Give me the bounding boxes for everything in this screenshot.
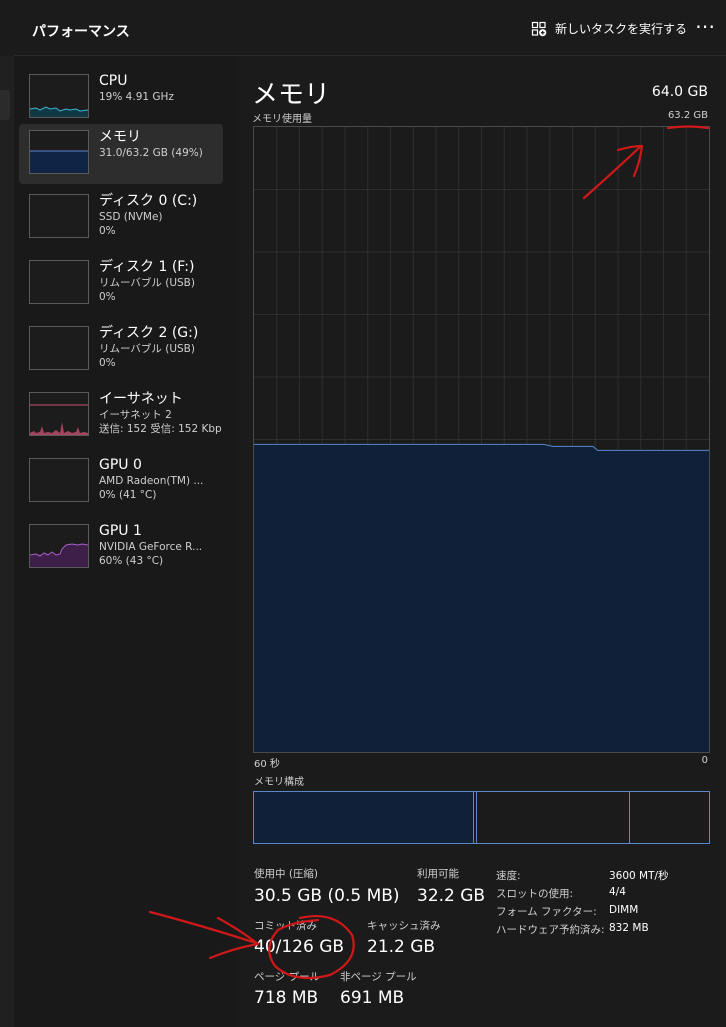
- sidebar-item-detail: リムーバブル (USB): [99, 343, 195, 355]
- memory-composition-label: メモリ構成: [254, 777, 304, 788]
- disk-graph-thumbnail: [29, 260, 89, 304]
- nav-selection-indicator: [0, 90, 10, 120]
- sidebar-item-ethernet[interactable]: イーサネット イーサネット 2 送信: 152 受信: 152 Kbp: [19, 386, 223, 446]
- sidebar-item-disk-0[interactable]: ディスク 0 (C:) SSD (NVMe) 0%: [19, 188, 223, 248]
- sidebar-item-name: ディスク 2 (G:): [99, 325, 199, 341]
- composition-segment: [477, 792, 630, 843]
- sidebar-item-disk-1[interactable]: ディスク 1 (F:) リムーバブル (USB) 0%: [19, 254, 223, 314]
- new-task-icon: [531, 21, 547, 36]
- memory-usage-label: メモリ使用量: [252, 114, 312, 125]
- cached-label: キャッシュ済み: [367, 920, 441, 932]
- graph-x-end-label: 0: [701, 755, 708, 766]
- composition-segment: [254, 792, 474, 843]
- memory-title: メモリ: [252, 80, 331, 110]
- sidebar-item-detail: 19% 4.91 GHz: [99, 91, 174, 103]
- memory-composition-bar: [253, 791, 710, 844]
- disk-graph-thumbnail: [29, 194, 89, 238]
- sidebar-item-name: GPU 0: [99, 457, 142, 473]
- form-factor-label: フォーム ファクター:: [496, 906, 597, 918]
- ethernet-graph-thumbnail: [29, 392, 89, 436]
- sidebar-item-usage: 0%: [99, 225, 116, 237]
- nonpaged-pool-value: 691 MB: [340, 988, 405, 1008]
- sidebar-item-gpu-1[interactable]: GPU 1 NVIDIA GeForce R... 60% (43 °C): [19, 518, 223, 578]
- form-factor-value: DIMM: [609, 904, 639, 916]
- sidebar-item-detail: 31.0/63.2 GB (49%): [99, 147, 203, 159]
- sidebar-item-detail: NVIDIA GeForce R...: [99, 541, 203, 553]
- memory-graph-thumbnail: [29, 130, 89, 174]
- sidebar-item-name: メモリ: [99, 129, 141, 145]
- sidebar-item-memory[interactable]: メモリ 31.0/63.2 GB (49%): [19, 124, 223, 184]
- memory-usage-area: [254, 444, 709, 752]
- sidebar-item-name: ディスク 1 (F:): [99, 259, 195, 275]
- sidebar-item-name: CPU: [99, 73, 128, 89]
- available-value: 32.2 GB: [417, 886, 486, 906]
- sidebar-item-gpu-0[interactable]: GPU 0 AMD Radeon(TM) ... 0% (41 °C): [19, 452, 223, 512]
- more-options-button[interactable]: ⋯: [695, 14, 719, 42]
- sidebar-item-disk-2[interactable]: ディスク 2 (G:) リムーバブル (USB) 0%: [19, 320, 223, 380]
- sidebar-item-name: ディスク 0 (C:): [99, 193, 198, 209]
- composition-segment: [630, 792, 709, 843]
- paged-pool-value: 718 MB: [254, 988, 319, 1008]
- sidebar-item-name: イーサネット: [99, 391, 183, 407]
- hardware-reserved-value: 832 MB: [609, 922, 649, 934]
- sidebar-item-detail: リムーバブル (USB): [99, 277, 195, 289]
- gpu-graph-thumbnail: [29, 524, 89, 568]
- total-memory: 64.0 GB: [651, 84, 708, 100]
- sidebar-item-detail: SSD (NVMe): [99, 211, 163, 223]
- cached-value: 21.2 GB: [367, 937, 436, 957]
- graph-max-label: 63.2 GB: [667, 110, 708, 121]
- sidebar-item-cpu[interactable]: CPU 19% 4.91 GHz: [19, 68, 223, 128]
- nonpaged-pool-label: 非ページ プール: [340, 971, 417, 983]
- in-use-value: 30.5 GB (0.5 MB): [254, 886, 400, 906]
- resource-sidebar: CPU 19% 4.91 GHz メモリ 31.0/63.2 GB (49%) …: [14, 56, 236, 1027]
- gpu-graph-thumbnail: [29, 458, 89, 502]
- sidebar-item-usage: 0%: [99, 357, 116, 369]
- sidebar-item-detail: AMD Radeon(TM) ...: [99, 475, 204, 487]
- in-use-label: 使用中 (圧縮): [254, 868, 319, 880]
- sidebar-item-detail: イーサネット 2: [99, 409, 172, 421]
- slots-used-label: スロットの使用:: [496, 888, 574, 900]
- memory-usage-graph: [253, 126, 710, 753]
- run-new-task-button[interactable]: 新しいタスクを実行する: [531, 20, 687, 37]
- hardware-reserved-label: ハードウェア予約済み:: [496, 924, 605, 936]
- slots-used-value: 4/4: [609, 886, 626, 898]
- sidebar-item-throughput: 送信: 152 受信: 152 Kbp: [99, 423, 222, 435]
- cpu-graph-thumbnail: [29, 74, 89, 118]
- run-new-task-label: 新しいタスクを実行する: [555, 22, 688, 36]
- committed-value: 40/126 GB: [254, 937, 345, 957]
- sidebar-item-usage: 0% (41 °C): [99, 489, 157, 501]
- paged-pool-label: ページ プール: [254, 971, 321, 983]
- page-title: パフォーマンス: [32, 24, 130, 40]
- graph-x-start-label: 60 秒: [254, 759, 280, 770]
- sidebar-item-name: GPU 1: [99, 523, 142, 539]
- disk-graph-thumbnail: [29, 326, 89, 370]
- available-label: 利用可能: [417, 868, 459, 880]
- sidebar-item-usage: 60% (43 °C): [99, 555, 164, 567]
- speed-label: 速度:: [496, 870, 521, 882]
- speed-value: 3600 MT/秒: [609, 870, 669, 882]
- title-bar: パフォーマンス 新しいタスクを実行する ⋯: [0, 0, 726, 56]
- navigation-rail: [0, 56, 14, 1027]
- committed-label: コミット済み: [254, 920, 317, 932]
- sidebar-item-usage: 0%: [99, 291, 116, 303]
